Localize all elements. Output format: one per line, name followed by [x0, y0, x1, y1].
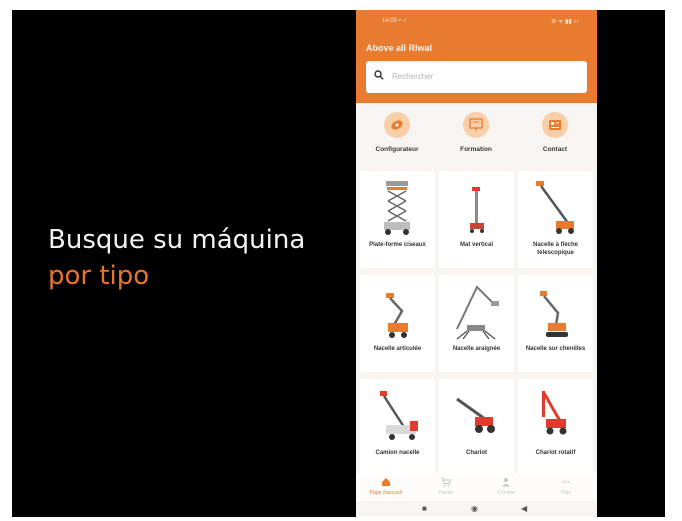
promo-line-2: por tipo — [48, 261, 150, 291]
machine-card-articulated[interactable]: Nacelle articulée — [360, 275, 435, 372]
status-icons: ⊘ ᯤ ▮▮ ▭ — [551, 19, 579, 25]
nav-more[interactable]: Plus — [536, 473, 596, 501]
shortcut-label: Formation — [460, 146, 492, 153]
scissor-lift-image — [384, 181, 410, 235]
status-bar: 14:09 ▪ ✓ ⊘ ᯤ ▮▮ ▭ — [356, 15, 597, 27]
shortcut-formation[interactable]: Formation — [446, 112, 506, 162]
user-icon — [502, 478, 510, 487]
contact-card-icon — [549, 120, 561, 130]
training-icon — [469, 118, 483, 131]
nav-label: Compte — [497, 490, 515, 496]
shortcut-label: Contact — [542, 146, 568, 153]
rotating-telehandler-image — [542, 391, 567, 435]
machine-card-telescopic[interactable]: Nacelle à flèche télescopique — [518, 171, 593, 268]
machine-label: Chariot rotatif — [535, 450, 576, 456]
video-frame: Busque su máquina por tipo 14:09 ▪ ✓ ⊘ ᯤ… — [12, 10, 665, 517]
machine-label: Nacelle articulée — [373, 346, 422, 352]
truck-lift-image — [380, 391, 418, 440]
promo-text: Busque su máquina por tipo — [48, 222, 305, 294]
spider-lift-image — [456, 285, 499, 340]
machine-card-scissor[interactable]: Plate-forme ciseaux — [360, 171, 435, 268]
machine-card-tracked[interactable]: Nacelle sur chenilles — [518, 275, 593, 372]
more-icon — [562, 481, 570, 483]
recents-button[interactable]: ■ — [422, 504, 427, 513]
cart-icon — [441, 477, 451, 487]
search-input[interactable]: Rechercher — [366, 61, 587, 93]
status-time: 14:09 ▪ ✓ — [382, 18, 408, 24]
machine-card-spider[interactable]: Nacelle araignée — [439, 275, 514, 372]
back-button[interactable]: ◀ — [521, 504, 527, 513]
nav-home[interactable]: Page d'accueil — [356, 473, 416, 501]
compass-icon — [391, 120, 403, 130]
app-header: 14:09 ▪ ✓ ⊘ ᯤ ▮▮ ▭ Above all Riwal Reche… — [356, 10, 597, 103]
nav-label: Panier — [438, 490, 454, 496]
shortcut-contact[interactable]: Contact — [525, 112, 585, 162]
telehandler-image — [456, 397, 495, 433]
home-icon — [382, 478, 390, 486]
app-title: Above all Riwal — [366, 43, 433, 53]
machine-label: Plate-forme ciseaux — [369, 242, 426, 248]
nav-label: Plus — [561, 490, 571, 496]
articulated-boom-image — [386, 293, 408, 338]
machine-label: Nacelle araignée — [452, 346, 501, 352]
tracked-lift-image — [540, 291, 568, 337]
promo-line-1: Busque su máquina — [48, 225, 306, 255]
nav-cart[interactable]: Panier — [416, 473, 476, 501]
telescopic-boom-image — [536, 181, 574, 234]
system-nav-bar: ■ ◉ ◀ — [356, 501, 597, 517]
machine-label: Camion nacelle — [375, 450, 420, 456]
machine-card-telehandler[interactable]: Chariot — [439, 379, 514, 476]
shortcut-configurateur[interactable]: Configurateur — [367, 112, 427, 162]
shortcut-label: Configurateur — [375, 146, 419, 153]
machine-label: Nacelle à flèche télescopique — [532, 242, 579, 256]
bottom-nav: Page d'accueil Panier Compte Plus — [356, 473, 597, 501]
machine-label: Mat vertical — [459, 242, 493, 248]
machine-card-vertical-mast[interactable]: Mat vertical — [439, 171, 514, 268]
machine-label: Nacelle sur chenilles — [525, 346, 586, 352]
machine-card-truck[interactable]: Camion nacelle — [360, 379, 435, 476]
search-placeholder: Rechercher — [392, 72, 434, 81]
search-icon — [374, 70, 384, 80]
machine-card-rotating[interactable]: Chariot rotatif — [518, 379, 593, 476]
nav-label: Page d'accueil — [369, 490, 403, 496]
vertical-mast-image — [470, 187, 484, 233]
phone-screen: 14:09 ▪ ✓ ⊘ ᯤ ▮▮ ▭ Above all Riwal Reche… — [356, 10, 597, 517]
machine-label: Chariot — [466, 450, 487, 456]
nav-account[interactable]: Compte — [476, 473, 536, 501]
system-home-button[interactable]: ◉ — [471, 504, 478, 513]
